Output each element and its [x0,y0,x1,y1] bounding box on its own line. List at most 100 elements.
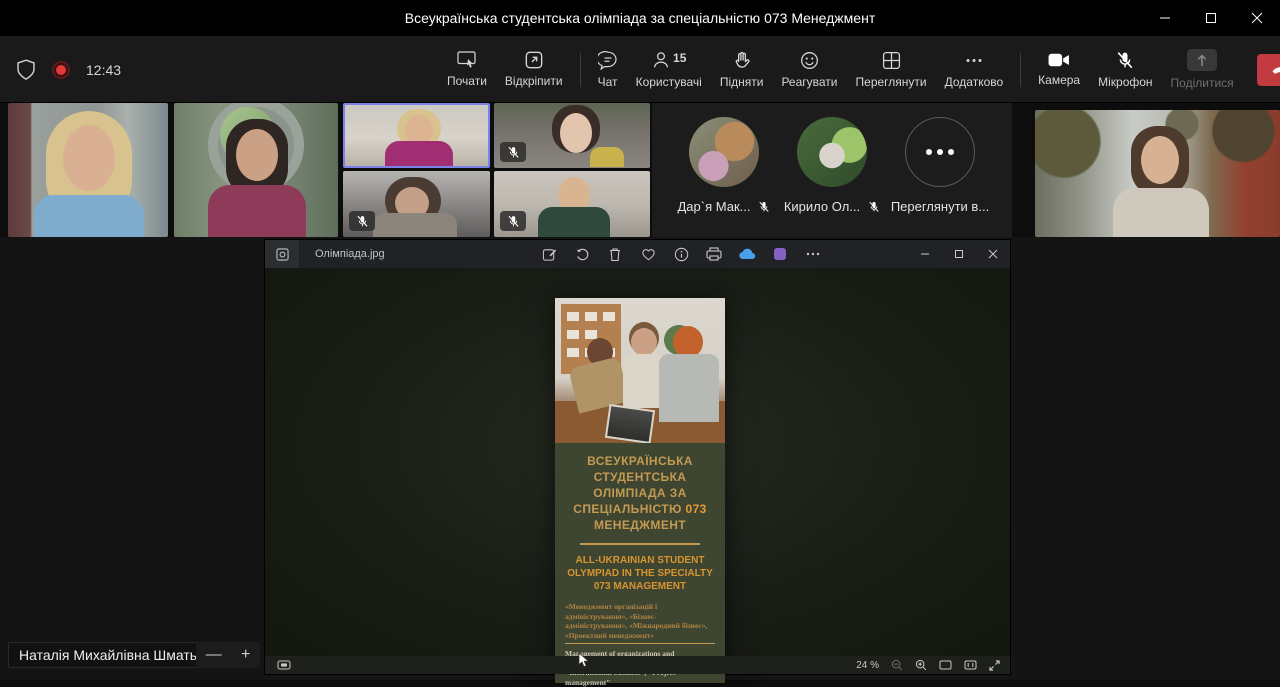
window-title-bar: Всеукраїнська студентська олімпіада за с… [0,0,1280,36]
speaker-name-overlay: Наталія Михайлівна Шматько [8,642,222,668]
viewer-close-icon[interactable] [976,240,1010,268]
viewer-zoom-out-icon[interactable] [891,659,903,671]
video-tile-participant-6[interactable] [494,171,650,237]
photo-viewer-window: Олімпіада.jpg [265,240,1010,674]
cloud-icon[interactable] [735,243,759,265]
meeting-toolbar: 12:43 Почати Відкріпити Чат 15 Користува… [0,36,1280,103]
microphone-button[interactable]: Мікрофон [1089,40,1161,100]
more-actions-button[interactable]: Додатково [936,40,1013,100]
more-actions-label: Додатково [945,75,1004,89]
mic-muted-icon [868,201,880,213]
participant-avatar-2[interactable]: Кирило Ол... [778,117,886,214]
viewer-more-icon[interactable] [801,243,825,265]
camera-button[interactable]: Камера [1029,40,1089,100]
content-zoom-control: — + [196,642,260,668]
microphone-label: Мікрофон [1098,75,1152,89]
view-button[interactable]: Переглянути [847,40,936,100]
photos-app-icon[interactable] [265,240,299,268]
raise-hand-button[interactable]: Підняти [711,40,773,100]
participant-avatar-1[interactable]: Дар`я Мак... [670,117,778,214]
video-tile-participant-4[interactable] [494,103,650,168]
view-more-label: Переглянути в... [891,199,989,214]
meeting-timer: 12:43 [86,62,121,78]
viewer-maximize-icon[interactable] [942,240,976,268]
share-label: Поділитися [1171,76,1234,90]
audio-participants-panel: Дар`я Мак... Кирило Ол... Переглянути в.… [652,103,1012,237]
viewer-canvas: ВСЕУКРАЇНСЬКА СТУДЕНТСЬКА ОЛІМПІАДА ЗА С… [265,268,1010,656]
chat-button[interactable]: Чат [589,40,627,100]
window-title: Всеукраїнська студентська олімпіада за с… [405,10,875,26]
participants-button[interactable]: 15 Користувачі [627,40,711,100]
fit-to-window-icon[interactable] [939,660,952,670]
edit-image-icon[interactable] [537,243,561,265]
video-tile-participant-2[interactable] [174,103,338,237]
poster-title-uk: ВСЕУКРАЇНСЬКА СТУДЕНТСЬКА ОЛІМПІАДА ЗА С… [565,453,715,533]
viewer-status-bar: 24 % [265,656,1010,674]
viewer-filename: Олімпіада.jpg [315,248,385,260]
shield-icon [16,59,36,81]
recording-indicator-icon [52,61,70,79]
avatar [797,117,867,187]
avatar [689,117,759,187]
shared-screen-area: Олімпіада.jpg [0,237,1280,680]
chat-label: Чат [598,75,618,89]
viewer-zoom-in-icon[interactable] [915,659,927,671]
fullscreen-icon[interactable] [989,660,1000,671]
mic-muted-icon [758,201,770,213]
poster-specialty-number: 073 [686,502,707,516]
zoom-in-button[interactable]: + [241,646,250,664]
rotate-icon[interactable] [570,243,594,265]
participant-name: Кирило Ол... [784,199,860,214]
delete-icon[interactable] [603,243,627,265]
close-icon[interactable] [1234,0,1280,36]
mic-muted-icon [500,211,526,231]
poster-divider [580,543,700,545]
video-tile-participant-5[interactable] [343,171,490,237]
video-tile-participant-1[interactable] [8,103,168,237]
leave-button[interactable]: Вийти [1257,54,1280,86]
viewer-zoom-level: 24 % [856,660,879,671]
view-label: Переглянути [856,75,927,89]
participant-name: Дар`я Мак... [678,199,751,214]
view-more-participants[interactable]: Переглянути в... [886,117,994,214]
poster-specialties-uk: «Менеджмент організацій і адмініструванн… [565,602,715,644]
react-label: Реагувати [781,75,837,89]
app-extension-icon[interactable] [768,243,792,265]
olympiad-poster-image: ВСЕУКРАЇНСЬКА СТУДЕНТСЬКА ОЛІМПІАДА ЗА С… [555,298,725,683]
minimize-icon[interactable] [1142,0,1188,36]
mic-muted-icon [500,142,526,162]
poster-photo [555,298,725,443]
mouse-cursor-icon [578,652,590,668]
participants-count-badge: 15 [673,51,686,65]
viewer-minimize-icon[interactable] [908,240,942,268]
share-icon [1187,49,1217,71]
ellipsis-icon [905,117,975,187]
viewer-title-bar: Олімпіада.jpg [265,240,1010,268]
viewer-window-controls [908,240,1010,268]
camera-label: Камера [1038,73,1080,87]
favorite-icon[interactable] [636,243,660,265]
print-icon[interactable] [702,243,726,265]
info-icon[interactable] [669,243,693,265]
unpin-label: Відкріпити [505,74,563,88]
mic-muted-icon [349,211,375,231]
participants-label: Користувачі [636,75,702,89]
raise-hand-label: Підняти [720,75,764,89]
video-tile-self[interactable] [1035,110,1280,237]
unpin-button[interactable]: Відкріпити [496,40,572,100]
poster-title-en: ALL-UKRAINIAN STUDENT OLYMPIAD IN THE SP… [565,554,715,593]
speaker-name: Наталія Михайлівна Шматько [19,647,211,663]
react-button[interactable]: Реагувати [772,40,846,100]
share-button[interactable]: Поділитися [1162,40,1243,100]
hangup-icon [1271,64,1280,75]
toolbar-divider [1020,53,1021,87]
start-share-label: Почати [447,74,487,88]
actual-size-icon[interactable] [964,660,977,670]
start-share-button[interactable]: Почати [438,40,496,100]
toolbar-divider [580,53,581,87]
filmstrip-icon[interactable] [277,660,291,670]
zoom-out-button[interactable]: — [206,646,222,664]
maximize-icon[interactable] [1188,0,1234,36]
video-strip: Дар`я Мак... Кирило Ол... Переглянути в.… [0,103,1280,237]
video-tile-active-speaker[interactable] [343,103,490,168]
